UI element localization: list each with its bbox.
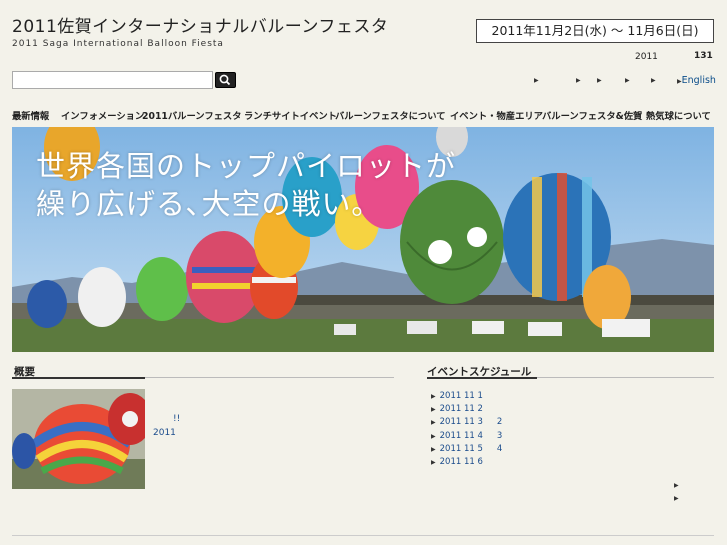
nav-item-about-fiesta[interactable]: バルーンフェスタについて [335,108,446,122]
english-link[interactable]: ▶English [677,75,716,86]
schedule-item[interactable]: ▶ 2011 11 2 [431,404,711,417]
schedule-date: 2011 11 3 [439,417,483,428]
arrow-right-icon: ▶ [431,419,436,427]
hero-headline: 世界各国のトップパイロットが 繰り広げる､大空の戦い｡ [36,147,456,223]
utility-link-2[interactable]: ▶ [576,75,581,85]
schedule-item[interactable]: ▶ 2011 11 1 [431,391,711,404]
schedule-item[interactable]: ▶ 2011 11 5 4 [431,444,711,457]
arrow-right-icon: ▶ [651,77,656,84]
arrow-right-icon: ▶ [431,432,436,440]
schedule-day-number: 4 [496,443,503,454]
schedule-day-number: 3 [496,430,503,441]
counter-year: 2011 [635,52,658,62]
arrow-right-icon: ▶ [625,77,630,84]
arrow-right-icon: ▶ [597,77,602,84]
utility-link-3[interactable]: ▶ [597,75,602,85]
nav-item-about-balloons[interactable]: 熱気球について [646,108,711,122]
utility-link-1[interactable]: ▶ [534,75,539,85]
nav-item-fiesta-and-saga[interactable]: バルーンフェスタ&佐賀 [542,108,642,122]
balloon-thumbnail-image [12,389,145,489]
site-title[interactable]: 2011佐賀インターナショナルバルーンフェスタ [12,12,388,37]
search-icon [219,74,231,86]
schedule-item[interactable]: ▶ 2011 11 3 2 [431,417,711,430]
schedule-item[interactable]: ▶ 2011 11 6 [431,457,711,470]
schedule-date: 2011 11 1 [439,391,483,401]
schedule-date: 2011 11 2 [439,404,483,415]
nav-item-information[interactable]: インフォメーション [61,108,144,122]
counter-value: 131 [694,51,713,61]
schedule-list: ▶ 2011 11 1 ▶ 2011 11 2 ▶ 2011 11 32 ▶ 2011 … [431,391,711,470]
schedule-date: 2011 11 6 [439,456,483,467]
hero-headline-line-2: 繰り広げる､大空の戦い｡ [36,187,368,221]
hero-headline-line-1: 世界各国のトップパイロットが [36,149,457,183]
global-nav: 最新情報 インフォメーション 2011バルーンフェスタ ランチサイトイベント バ… [12,108,714,122]
schedule-item[interactable]: ▶ 2011 11 4 3 [431,431,711,444]
arrow-right-icon: ▶ [431,458,436,466]
arrow-right-icon: ▶ [431,406,436,414]
arrow-right-icon: ▶ [576,77,581,84]
arrow-right-icon: ▶ [534,77,539,84]
overview-thumbnail[interactable] [12,389,145,489]
utility-link-4[interactable]: ▶ [625,75,630,85]
schedule-heading-rule [427,377,537,379]
nav-item-2011-fiesta[interactable]: 2011バルーンフェスタ [142,108,242,122]
overview-year[interactable]: 2011 [153,428,176,438]
arrow-right-icon: ▶ [431,445,436,453]
utility-link-5[interactable]: ▶ [651,75,656,85]
schedule-heading-rule-light [537,377,714,378]
event-dates-box: 2011年11月2日(水) ～ 11月6日(日) [476,19,714,43]
overview-exclaim[interactable]: !! [173,414,180,424]
schedule-date: 2011 11 4 [439,430,483,441]
arrow-right-icon: ▶ [431,393,436,400]
footer-divider [12,535,714,536]
overview-heading-rule [12,377,145,379]
hero-banner: 世界各国のトップパイロットが 繰り広げる､大空の戦い｡ [12,127,714,352]
nav-item-launch-site-events[interactable]: ランチサイトイベント [244,108,337,122]
site-subtitle: 2011 Saga International Balloon Fiesta [12,39,224,49]
search-input[interactable] [12,71,213,89]
overview-heading-rule-light [145,377,394,378]
schedule-date: 2011 11 5 [439,443,483,454]
schedule-day-number: 2 [496,417,503,428]
nav-item-event-products-area[interactable]: イベント・物産エリア [450,108,543,122]
search-button[interactable] [215,72,236,88]
english-link-label: English [681,75,716,86]
nav-item-news[interactable]: 最新情報 [12,108,49,122]
more-link-arrow-icon[interactable]: ▶ [674,495,679,502]
more-link-arrow-icon[interactable]: ▶ [674,482,679,489]
